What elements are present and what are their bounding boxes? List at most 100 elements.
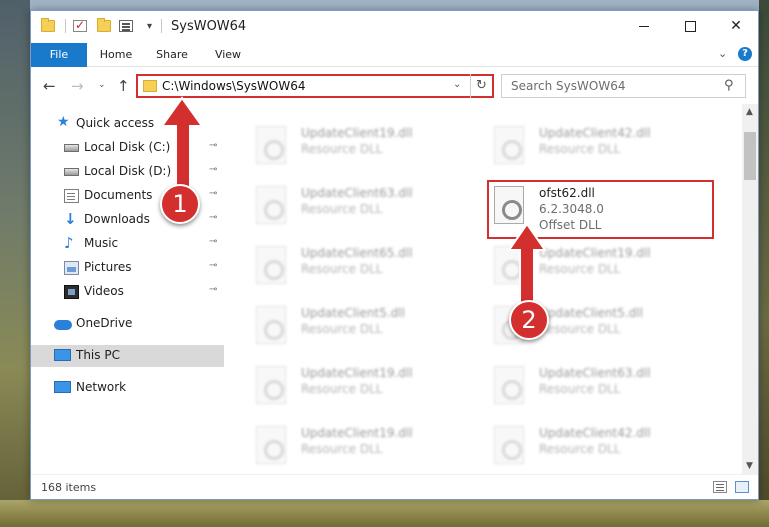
tab-view[interactable]: View: [205, 44, 251, 66]
expand-ribbon-icon[interactable]: ⌄: [718, 47, 727, 60]
tiles-view-icon[interactable]: [735, 481, 749, 493]
sidebar-item-label: OneDrive: [76, 316, 133, 330]
sidebar-item-network[interactable]: Network: [31, 377, 224, 399]
file-type: Resource DLL: [301, 322, 383, 336]
recent-locations-button[interactable]: ⌄: [98, 80, 106, 90]
desktop-background-bottom: [0, 500, 769, 527]
pin-icon[interactable]: ⊸: [209, 284, 217, 295]
search-input[interactable]: Search SysWOW64 ⚲: [501, 74, 746, 98]
title-divider: [65, 19, 66, 33]
search-icon[interactable]: ⚲: [724, 78, 734, 93]
scroll-up-icon[interactable]: ▲: [746, 107, 753, 117]
dll-file-icon: [256, 126, 286, 164]
help-icon[interactable]: ?: [738, 47, 752, 61]
file-item[interactable]: UpdateClient42.dll Resource DLL: [484, 420, 714, 472]
music-icon: ♪: [64, 234, 74, 252]
title-divider: [161, 19, 162, 33]
sidebar-item-music[interactable]: ♪ Music ⊸: [31, 233, 224, 255]
scrollbar-thumb[interactable]: [744, 132, 756, 180]
file-item[interactable]: UpdateClient19.dll Resource DLL: [246, 360, 476, 412]
sidebar-item-this-pc[interactable]: This PC: [31, 345, 224, 367]
videos-icon: [64, 285, 79, 299]
file-item[interactable]: UpdateClient19.dll Resource DLL: [246, 120, 476, 172]
step-2-badge: 2: [509, 300, 549, 340]
chevron-down-icon[interactable]: ▾: [147, 21, 152, 32]
file-type: Resource DLL: [539, 142, 621, 156]
maximize-button[interactable]: [667, 11, 713, 41]
file-type: Resource DLL: [539, 262, 621, 276]
dll-file-icon: [494, 126, 524, 164]
pin-icon[interactable]: ⊸: [209, 260, 217, 271]
dll-file-icon: [256, 426, 286, 464]
pin-icon[interactable]: ⊸: [209, 188, 217, 199]
this-pc-icon: [54, 349, 71, 361]
tab-file[interactable]: File: [31, 43, 87, 67]
dll-file-icon: [494, 426, 524, 464]
file-name: UpdateClient19.dll: [301, 126, 413, 140]
file-type: Resource DLL: [301, 142, 383, 156]
back-button[interactable]: ←: [43, 77, 56, 95]
sidebar-item-label: Downloads: [84, 212, 150, 226]
sidebar-item-pictures[interactable]: Pictures ⊸: [31, 257, 224, 279]
up-button[interactable]: ↑: [117, 77, 130, 95]
dll-file-icon: [494, 366, 524, 404]
address-dropdown-icon[interactable]: ⌄: [453, 79, 461, 90]
file-name: UpdateClient63.dll: [539, 366, 651, 380]
desktop-background-left: [0, 0, 30, 527]
pin-icon[interactable]: ⊸: [209, 164, 217, 175]
file-list: UpdateClient19.dll Resource DLL UpdateCl…: [224, 104, 742, 474]
file-name: UpdateClient5.dll: [539, 306, 643, 320]
file-name: UpdateClient19.dll: [301, 366, 413, 380]
file-name: UpdateClient42.dll: [539, 426, 651, 440]
sidebar-item-label: Local Disk (C:): [84, 140, 171, 154]
address-row: ← → ⌄ ↑ C:\Windows\SysWOW64 ⌄ ↻ Search S…: [31, 68, 758, 104]
file-item[interactable]: UpdateClient5.dll Resource DLL: [246, 300, 476, 352]
onedrive-icon: [54, 320, 72, 330]
scroll-down-icon[interactable]: ▼: [746, 461, 753, 471]
network-icon: [54, 381, 71, 393]
file-name: UpdateClient19.dll: [301, 426, 413, 440]
file-name: UpdateClient19.dll: [539, 246, 651, 260]
file-item[interactable]: UpdateClient42.dll Resource DLL: [484, 120, 714, 172]
properties-check-icon[interactable]: [73, 18, 87, 32]
forward-button[interactable]: →: [71, 77, 84, 95]
item-count: 168 items: [41, 481, 97, 494]
file-explorer-window: ▾ SysWOW64 ✕ File Home Share View ⌄ ? ← …: [30, 10, 759, 500]
drive-icon: [64, 144, 79, 152]
dll-file-icon: [256, 246, 286, 284]
sidebar-item-label: This PC: [76, 348, 120, 362]
pin-icon[interactable]: ⊸: [209, 236, 217, 247]
details-view-icon[interactable]: [713, 481, 727, 493]
documents-icon: [64, 189, 79, 203]
file-type: Resource DLL: [301, 202, 383, 216]
annotation-arrow-1: [160, 96, 204, 199]
sidebar-item-label: Videos: [84, 284, 124, 298]
sidebar-item-label: Documents: [84, 188, 153, 202]
pin-icon[interactable]: ⊸: [209, 140, 217, 151]
sidebar-item-label: Quick access: [76, 116, 155, 130]
file-name: UpdateClient63.dll: [301, 186, 413, 200]
address-path[interactable]: C:\Windows\SysWOW64: [162, 79, 306, 93]
status-bar: 168 items: [31, 474, 758, 499]
folder-icon: [143, 80, 157, 92]
new-folder-icon[interactable]: [97, 18, 111, 32]
address-bar[interactable]: C:\Windows\SysWOW64 ⌄ ↻: [136, 74, 494, 98]
file-item[interactable]: UpdateClient19.dll Resource DLL: [246, 420, 476, 472]
file-type: Resource DLL: [301, 382, 383, 396]
sidebar-item-label: Network: [76, 380, 127, 394]
sidebar-item-onedrive[interactable]: OneDrive: [31, 313, 224, 335]
sidebar-item-videos[interactable]: Videos ⊸: [31, 281, 224, 303]
refresh-icon[interactable]: ↻: [470, 74, 492, 98]
vertical-scrollbar[interactable]: ▲ ▼: [742, 104, 758, 474]
pin-icon[interactable]: ⊸: [209, 212, 217, 223]
file-item[interactable]: UpdateClient63.dll Resource DLL: [484, 360, 714, 412]
folder-icon: [41, 18, 55, 32]
tab-share[interactable]: Share: [149, 44, 195, 66]
tab-home[interactable]: Home: [93, 44, 139, 66]
file-item[interactable]: UpdateClient63.dll Resource DLL: [246, 180, 476, 232]
close-button[interactable]: ✕: [713, 11, 759, 41]
file-item[interactable]: UpdateClient65.dll Resource DLL: [246, 240, 476, 292]
minimize-button[interactable]: [621, 11, 667, 41]
customize-icon[interactable]: [119, 20, 133, 32]
file-type: Resource DLL: [539, 442, 621, 456]
